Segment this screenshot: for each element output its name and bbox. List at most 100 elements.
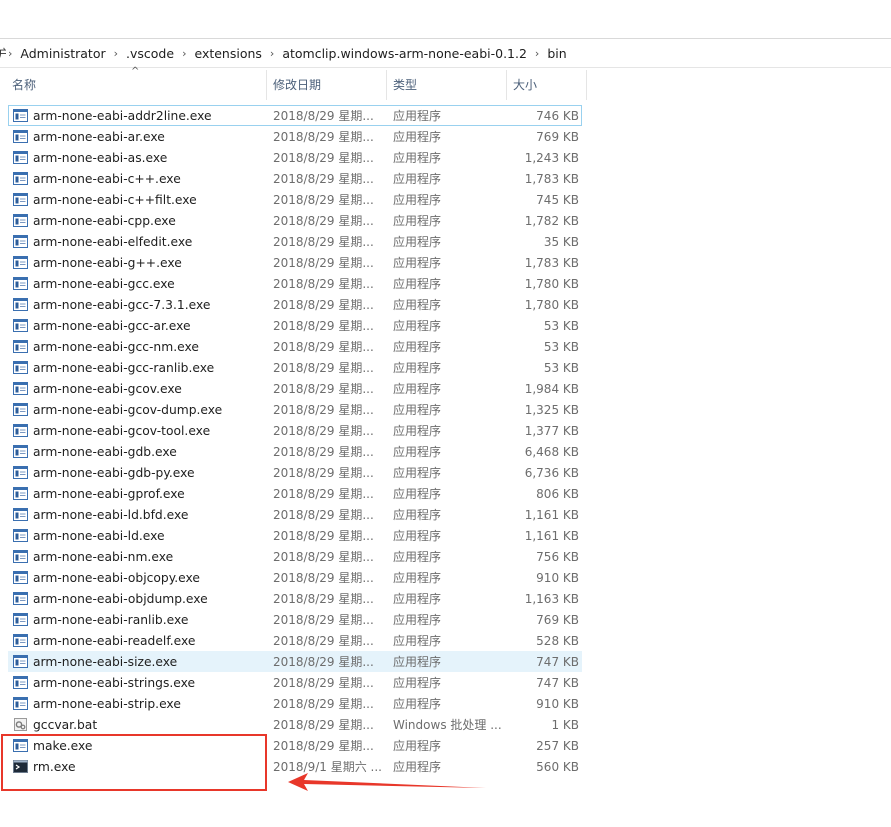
file-type: 应用程序 — [393, 319, 442, 333]
file-size: 1,782 KB — [524, 214, 579, 228]
file-row[interactable]: arm-none-eabi-gcov.exe 2018/8/29 星期... 应用程… — [8, 378, 582, 399]
annotation-arrow — [288, 773, 486, 791]
file-row[interactable]: arm-none-eabi-gcc-7.3.1.exe 2018/8/29 星期.… — [8, 294, 582, 315]
file-name: arm-none-eabi-gcc-ranlib.exe — [33, 361, 215, 375]
file-name: arm-none-eabi-gcov-tool.exe — [33, 424, 211, 438]
file-row[interactable]: arm-none-eabi-ld.bfd.exe 2018/8/29 星期... 应… — [8, 504, 582, 525]
file-date: 2018/8/29 星期... — [273, 319, 374, 333]
breadcrumb-item-vscode[interactable]: .vscode — [120, 46, 180, 61]
file-row[interactable]: arm-none-eabi-objdump.exe 2018/8/29 星期...… — [8, 588, 582, 609]
chevron-right-icon[interactable]: › — [6, 47, 14, 60]
file-row[interactable]: arm-none-eabi-strip.exe 2018/8/29 星期... 应用… — [8, 693, 582, 714]
breadcrumb-item-bin[interactable]: bin — [541, 46, 572, 61]
file-row[interactable]: arm-none-eabi-gcc.exe 2018/8/29 星期... 应用程序… — [8, 273, 582, 294]
file-name: arm-none-eabi-gprof.exe — [33, 487, 185, 501]
file-name: arm-none-eabi-gcov-dump.exe — [33, 403, 223, 417]
chevron-right-icon[interactable]: › — [112, 47, 120, 60]
chevron-right-icon[interactable]: › — [180, 47, 188, 60]
file-name: arm-none-eabi-ld.exe — [33, 529, 165, 543]
file-date: 2018/8/29 星期... — [273, 298, 374, 312]
file-row[interactable]: arm-none-eabi-ranlib.exe 2018/8/29 星期... 应… — [8, 609, 582, 630]
file-size: 806 KB — [536, 487, 579, 501]
file-size: 1,984 KB — [524, 382, 579, 396]
column-header-date[interactable]: 修改日期 — [267, 70, 387, 100]
file-size: 528 KB — [536, 634, 579, 648]
file-type: 应用程序 — [393, 613, 442, 627]
file-size: 257 KB — [536, 739, 579, 753]
file-type: 应用程序 — [393, 655, 442, 669]
file-row[interactable]: arm-none-eabi-gcov-dump.exe 2018/8/29 星期.… — [8, 399, 582, 420]
file-date: 2018/8/29 星期... — [273, 466, 374, 480]
file-row[interactable]: arm-none-eabi-gcc-ranlib.exe 2018/8/29 星期… — [8, 357, 582, 378]
chevron-right-icon[interactable]: › — [268, 47, 276, 60]
file-type: 应用程序 — [393, 109, 442, 123]
file-size: 756 KB — [536, 550, 579, 564]
file-row[interactable]: arm-none-eabi-as.exe 2018/8/29 星期... 应用程序 1… — [8, 147, 582, 168]
file-size: 6,468 KB — [524, 445, 579, 459]
annotation-highlight-box — [1, 734, 267, 791]
chevron-right-icon[interactable]: › — [533, 47, 541, 60]
file-row[interactable]: arm-none-eabi-gdb-py.exe 2018/8/29 星期... 应… — [8, 462, 582, 483]
file-name: arm-none-eabi-objcopy.exe — [33, 571, 200, 585]
file-name: arm-none-eabi-gcc.exe — [33, 277, 175, 291]
file-size: 769 KB — [536, 613, 579, 627]
file-row[interactable]: arm-none-eabi-objcopy.exe 2018/8/29 星期...… — [8, 567, 582, 588]
file-name: arm-none-eabi-gdb-py.exe — [33, 466, 195, 480]
file-row[interactable]: gccvar.bat 2018/8/29 星期... Windows 批处理 ...… — [8, 714, 582, 735]
file-size: 1,161 KB — [524, 529, 579, 543]
file-type: 应用程序 — [393, 529, 442, 543]
column-header-type[interactable]: 类型 — [387, 70, 507, 100]
column-header-size[interactable]: 大小 — [507, 70, 587, 100]
file-name: arm-none-eabi-addr2line.exe — [33, 109, 212, 123]
file-row[interactable]: arm-none-eabi-readelf.exe 2018/8/29 星期...… — [8, 630, 582, 651]
file-date: 2018/8/29 星期... — [273, 445, 374, 459]
file-row[interactable]: arm-none-eabi-strings.exe 2018/8/29 星期...… — [8, 672, 582, 693]
file-size: 746 KB — [536, 109, 579, 123]
file-type: 应用程序 — [393, 256, 442, 270]
file-row[interactable]: arm-none-eabi-c++.exe 2018/8/29 星期... 应用程序… — [8, 168, 582, 189]
file-size: 747 KB — [536, 676, 579, 690]
file-row[interactable]: arm-none-eabi-gdb.exe 2018/8/29 星期... 应用程序… — [8, 441, 582, 462]
file-name: arm-none-eabi-gcov.exe — [33, 382, 182, 396]
file-date: 2018/8/29 星期... — [273, 109, 374, 123]
file-size: 53 KB — [543, 340, 579, 354]
file-size: 35 KB — [543, 235, 579, 249]
file-row[interactable]: arm-none-eabi-ar.exe 2018/8/29 星期... 应用程序 7… — [8, 126, 582, 147]
file-row[interactable]: arm-none-eabi-gcov-tool.exe 2018/8/29 星期.… — [8, 420, 582, 441]
file-row[interactable]: arm-none-eabi-size.exe 2018/8/29 星期... 应用程… — [8, 651, 582, 672]
file-date: 2018/8/29 星期... — [273, 676, 374, 690]
breadcrumb-item-administrator[interactable]: Administrator — [14, 46, 111, 61]
file-row[interactable]: arm-none-eabi-cpp.exe 2018/8/29 星期... 应用程序… — [8, 210, 582, 231]
column-header-name[interactable]: 名称 — [6, 70, 267, 100]
file-date: 2018/8/29 星期... — [273, 613, 374, 627]
file-type: 应用程序 — [393, 487, 442, 501]
file-row[interactable]: arm-none-eabi-elfedit.exe 2018/8/29 星期...… — [8, 231, 582, 252]
file-row[interactable]: arm-none-eabi-gcc-ar.exe 2018/8/29 星期... 应… — [8, 315, 582, 336]
file-date: 2018/8/29 星期... — [273, 634, 374, 648]
file-size: 910 KB — [536, 571, 579, 585]
file-type: 应用程序 — [393, 739, 442, 753]
file-size: 1,161 KB — [524, 508, 579, 522]
file-row[interactable]: arm-none-eabi-nm.exe 2018/8/29 星期... 应用程序 7… — [8, 546, 582, 567]
file-row[interactable]: arm-none-eabi-addr2line.exe 2018/8/29 星期.… — [8, 105, 582, 126]
file-date: 2018/8/29 星期... — [273, 487, 374, 501]
file-size: 53 KB — [543, 361, 579, 375]
file-row[interactable]: arm-none-eabi-gcc-nm.exe 2018/8/29 星期... 应… — [8, 336, 582, 357]
file-date: 2018/8/29 星期... — [273, 193, 374, 207]
file-date: 2018/8/29 星期... — [273, 508, 374, 522]
file-name: gccvar.bat — [33, 718, 98, 732]
breadcrumb-item-extensions[interactable]: extensions — [188, 46, 267, 61]
file-size: 1,377 KB — [524, 424, 579, 438]
file-date: 2018/8/29 星期... — [273, 277, 374, 291]
address-bar[interactable]: 户 › Administrator › .vscode › extensions… — [0, 38, 891, 68]
file-row[interactable]: arm-none-eabi-c++filt.exe 2018/8/29 星期...… — [8, 189, 582, 210]
file-size: 769 KB — [536, 130, 579, 144]
file-row[interactable]: arm-none-eabi-ld.exe 2018/8/29 星期... 应用程序 1… — [8, 525, 582, 546]
file-row[interactable]: arm-none-eabi-gprof.exe 2018/8/29 星期... 应用… — [8, 483, 582, 504]
file-type: 应用程序 — [393, 151, 442, 165]
file-row[interactable]: arm-none-eabi-g++.exe 2018/8/29 星期... 应用程序… — [8, 252, 582, 273]
file-name: arm-none-eabi-ld.bfd.exe — [33, 508, 189, 522]
file-size: 53 KB — [543, 319, 579, 333]
file-type: 应用程序 — [393, 466, 442, 480]
breadcrumb-item-package[interactable]: atomclip.windows-arm-none-eabi-0.1.2 — [276, 46, 533, 61]
